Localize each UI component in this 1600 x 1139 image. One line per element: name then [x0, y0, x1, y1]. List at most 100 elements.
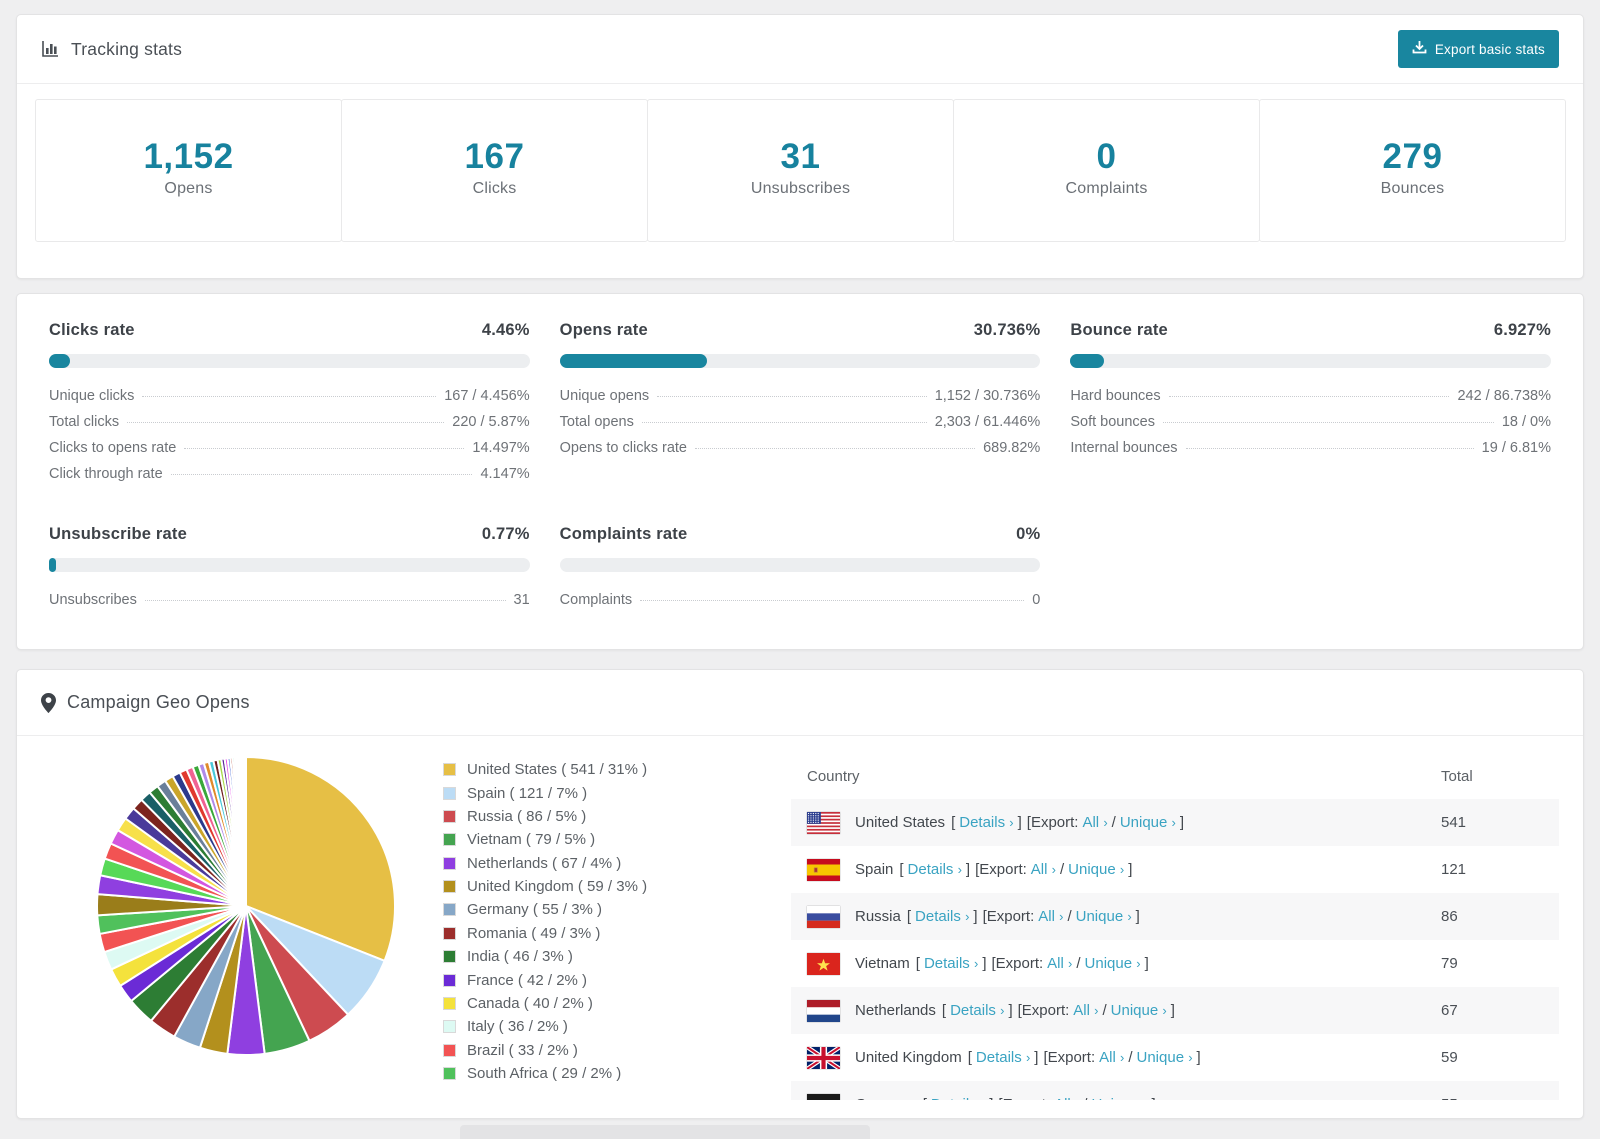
country-name: United Kingdom [855, 1049, 962, 1066]
export-all-link[interactable]: All › [1073, 1002, 1098, 1019]
details-link[interactable]: Details › [924, 955, 978, 972]
flag-de-icon [807, 1093, 840, 1100]
rate-title: Unsubscribe rate [49, 525, 187, 543]
rate-line-value: 689.82% [983, 440, 1041, 456]
export-unique-link[interactable]: Unique › [1120, 814, 1176, 831]
export-all-link[interactable]: All › [1038, 908, 1063, 925]
legend-label: Canada ( 40 / 2% ) [467, 994, 593, 1012]
stat-label: Bounces [1380, 180, 1445, 197]
legend-swatch [443, 856, 456, 870]
country-total: 86 [1441, 908, 1458, 925]
legend-label: Vietnam ( 79 / 5% ) [467, 831, 596, 849]
stat-value: 167 [464, 137, 525, 176]
progress-fill [1070, 354, 1104, 368]
tracking-stats-card: Tracking stats Export basic stats 1,152 … [16, 14, 1584, 279]
country-total: 79 [1441, 955, 1458, 972]
rate-line-value: 0 [1032, 592, 1041, 608]
export-all-link[interactable]: All › [1082, 814, 1107, 831]
flag-es-icon [807, 858, 840, 881]
rate-block-complaints-rate: Complaints rate 0% Complaints 0 [559, 525, 1041, 613]
legend-label: Italy ( 36 / 2% ) [467, 1018, 568, 1036]
country-name: Spain [855, 861, 894, 878]
progress-bar [1070, 354, 1551, 368]
legend-item-italy: Italy ( 36 / 2% ) [443, 1015, 791, 1038]
details-link[interactable]: Details › [976, 1049, 1030, 1066]
details-link[interactable]: Details › [908, 861, 962, 878]
geo-table-row-united-states: United States [Details ›] [Export: All ›… [791, 799, 1559, 846]
stat-label: Complaints [1065, 180, 1148, 197]
rate-value: 0.77% [481, 525, 530, 543]
stat-value: 0 [1096, 137, 1117, 176]
legend-swatch [443, 903, 456, 917]
legend-item-russia: Russia ( 86 / 5% ) [443, 805, 791, 828]
rate-line-label: Unique clicks [49, 388, 135, 404]
details-link[interactable]: Details › [959, 814, 1013, 831]
tracking-card-title: Tracking stats [41, 39, 182, 60]
flag-nl-icon [807, 999, 840, 1022]
rate-line-label: Unique opens [559, 388, 650, 404]
legend-label: France ( 42 / 2% ) [467, 971, 588, 989]
details-link[interactable]: Details › [915, 908, 969, 925]
rate-line-label: Complaints [559, 592, 633, 608]
geo-card-title: Campaign Geo Opens [41, 692, 250, 713]
legend-item-france: France ( 42 / 2% ) [443, 968, 791, 991]
rate-line-label: Opens to clicks rate [559, 440, 687, 456]
legend-swatch [443, 833, 456, 847]
export-unique-link[interactable]: Unique › [1085, 955, 1141, 972]
geo-table: Country Total United States [Details ›] … [791, 754, 1559, 1100]
export-basic-stats-button[interactable]: Export basic stats [1397, 30, 1559, 68]
rates-card: Clicks rate 4.46% Unique clicks 167 / 4.… [16, 293, 1584, 650]
export-button-label: Export basic stats [1434, 41, 1545, 57]
tracking-card-header: Tracking stats Export basic stats [17, 15, 1583, 84]
rate-line-value: 220 / 5.87% [452, 414, 530, 430]
rate-line-value: 4.147% [480, 466, 530, 482]
rate-title: Complaints rate [559, 525, 688, 543]
rate-line-value: 19 / 6.81% [1481, 440, 1551, 456]
legend-item-vietnam: Vietnam ( 79 / 5% ) [443, 828, 791, 851]
export-unique-link[interactable]: Unique › [1137, 1049, 1193, 1066]
legend-label: Netherlands ( 67 / 4% ) [467, 854, 622, 872]
export-all-link[interactable]: All › [1031, 861, 1056, 878]
dotted-leader [1168, 396, 1450, 397]
details-link[interactable]: Details › [950, 1002, 1004, 1019]
details-link[interactable]: Details › [931, 1096, 985, 1100]
country-total: 67 [1441, 1002, 1458, 1019]
rate-line-label: Click through rate [49, 466, 163, 482]
legend-item-brazil: Brazil ( 33 / 2% ) [443, 1039, 791, 1062]
rate-line-label: Clicks to opens rate [49, 440, 177, 456]
dotted-leader [1162, 422, 1494, 423]
rate-title: Opens rate [559, 321, 648, 339]
legend-swatch [443, 926, 456, 940]
rate-line-value: 167 / 4.456% [444, 388, 530, 404]
export-all-link[interactable]: All › [1099, 1049, 1124, 1066]
stat-cell-bounces: 279 Bounces [1259, 99, 1566, 242]
legend-item-romania: Romania ( 49 / 3% ) [443, 922, 791, 945]
stat-value: 279 [1382, 137, 1443, 176]
legend-item-germany: Germany ( 55 / 3% ) [443, 898, 791, 921]
export-unique-link[interactable]: Unique › [1068, 861, 1124, 878]
partial-element-below [460, 1125, 870, 1139]
progress-bar [559, 354, 1041, 368]
rate-line-label: Soft bounces [1070, 414, 1155, 430]
progress-fill [559, 354, 708, 368]
legend-label: United Kingdom ( 59 / 3% ) [467, 878, 648, 896]
legend-item-south-africa: South Africa ( 29 / 2% ) [443, 1062, 791, 1085]
stat-label: Opens [164, 180, 213, 197]
legend-swatch [443, 996, 456, 1010]
rate-value: 0% [1016, 525, 1041, 543]
stat-value: 31 [780, 137, 821, 176]
legend-swatch [443, 763, 456, 777]
export-unique-link[interactable]: Unique › [1091, 1096, 1147, 1100]
rate-line-value: 2,303 / 61.446% [934, 414, 1041, 430]
export-unique-link[interactable]: Unique › [1111, 1002, 1167, 1019]
geo-card-header: Campaign Geo Opens [17, 670, 1583, 736]
rate-line-label: Total opens [559, 414, 634, 430]
stat-label: Clicks [472, 180, 517, 197]
export-all-link[interactable]: All › [1054, 1096, 1079, 1100]
export-unique-link[interactable]: Unique › [1076, 908, 1132, 925]
legend-label: Romania ( 49 / 3% ) [467, 924, 601, 942]
dotted-leader [1185, 448, 1474, 449]
export-all-link[interactable]: All › [1047, 955, 1072, 972]
rate-line-label: Internal bounces [1070, 440, 1178, 456]
progress-fill [49, 354, 71, 368]
